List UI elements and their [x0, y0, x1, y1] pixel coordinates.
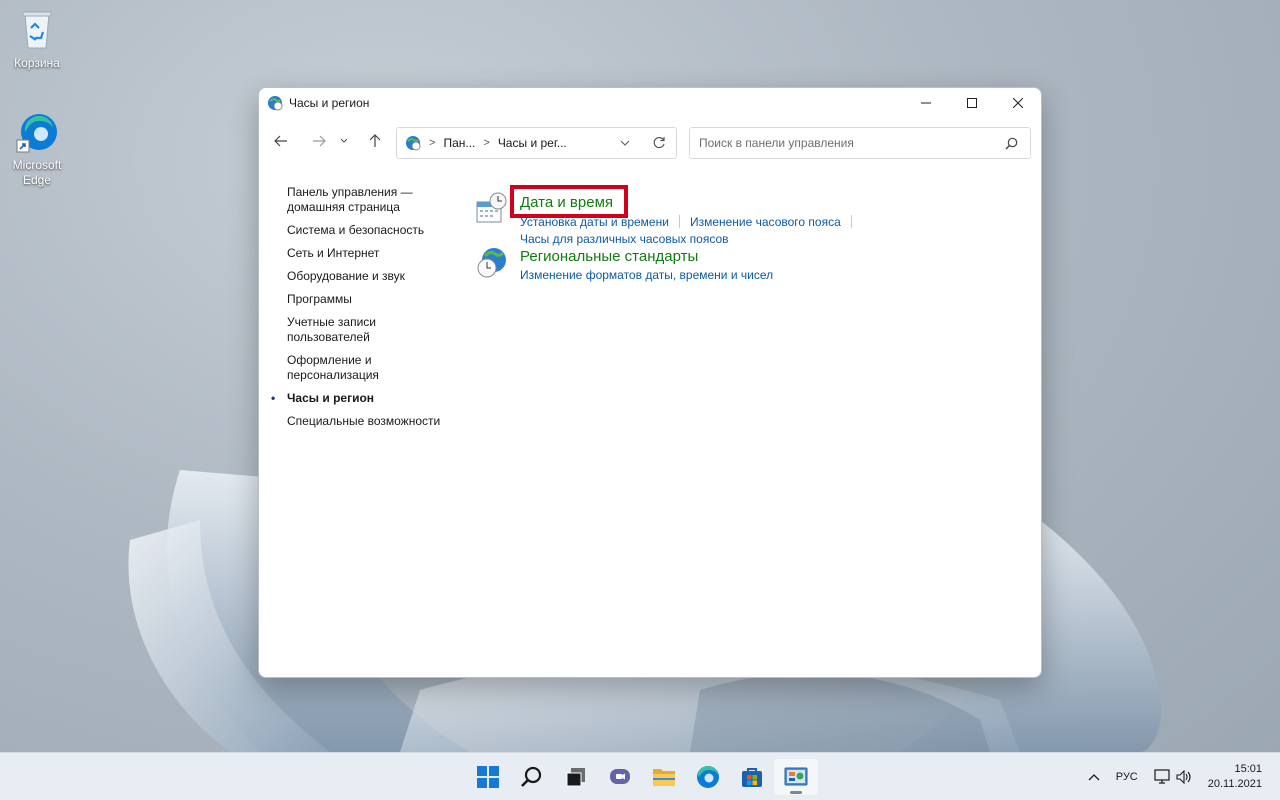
recent-locations-button[interactable]	[337, 129, 351, 153]
sidebar-item-system-security[interactable]: Система и безопасность	[287, 223, 457, 238]
control-panel-window: Часы и регион > Пан... > Часы и рег... П…	[258, 87, 1042, 678]
chat-icon	[610, 769, 630, 784]
taskbar-search-button[interactable]	[510, 759, 554, 795]
clock-date: 20.11.2021	[1207, 778, 1262, 790]
arrow-left-icon	[274, 135, 287, 147]
window-title: Часы и регион	[289, 96, 370, 110]
maximize-icon	[967, 98, 977, 108]
link-divider	[850, 215, 852, 228]
desktop-icon-edge[interactable]: Microsoft Edge	[1, 110, 73, 188]
arrow-up-icon	[369, 134, 381, 147]
desktop-icon-recycle-bin[interactable]: Корзина	[1, 8, 73, 71]
sidebar-item-programs[interactable]: Программы	[287, 292, 457, 307]
start-button[interactable]	[466, 759, 510, 795]
edge-icon	[15, 110, 59, 154]
search-placeholder: Поиск в панели управления	[699, 136, 854, 150]
show-hidden-icons-button[interactable]	[1088, 773, 1100, 781]
address-dropdown-button[interactable]	[620, 136, 630, 153]
minimize-button[interactable]	[903, 88, 949, 118]
address-bar[interactable]: > Пан... > Часы и рег...	[396, 127, 677, 159]
file-explorer-icon	[653, 769, 675, 786]
link-change-time-zone[interactable]: Изменение часового пояса	[690, 214, 841, 231]
navigation-bar: > Пан... > Часы и рег... Поиск в панели …	[259, 118, 1041, 164]
globe-clock-icon	[475, 246, 509, 280]
edge-icon	[697, 765, 719, 788]
search-input[interactable]: Поиск в панели управления	[689, 127, 1031, 159]
sidebar-item-network[interactable]: Сеть и Интернет	[287, 246, 457, 261]
control-panel-taskbar-button[interactable]	[774, 759, 818, 795]
taskbar: РУС 15:01 20.11.2021	[0, 752, 1280, 800]
sidebar-item-hardware-sound[interactable]: Оборудование и звук	[287, 269, 457, 284]
up-button[interactable]	[363, 129, 387, 153]
file-explorer-button[interactable]	[642, 759, 686, 795]
desktop-icon-label: Корзина	[14, 56, 60, 70]
category-links: Установка даты и времени Изменение часово…	[520, 214, 1000, 248]
category-links: Изменение форматов даты, времени и чисел	[520, 267, 1000, 284]
title-bar[interactable]: Часы и регион	[259, 88, 1041, 118]
link-change-formats[interactable]: Изменение форматов даты, времени и чисел	[520, 267, 773, 284]
forward-button[interactable]	[307, 129, 331, 153]
close-button[interactable]	[995, 88, 1041, 118]
network-icon[interactable]	[1154, 769, 1172, 785]
clock-region-icon	[267, 95, 283, 111]
chevron-right-icon: >	[429, 137, 436, 149]
link-divider	[678, 215, 680, 228]
clock-button[interactable]: 15:01 20.11.2021	[1208, 762, 1262, 792]
breadcrumb-item[interactable]: Пан...	[443, 136, 475, 150]
minimize-icon	[921, 102, 931, 104]
maximize-button[interactable]	[949, 88, 995, 118]
refresh-button[interactable]	[652, 136, 666, 153]
edge-button[interactable]	[686, 759, 730, 795]
highlight-box	[510, 185, 628, 218]
control-panel-icon	[784, 767, 808, 786]
close-icon	[1013, 98, 1023, 108]
sidebar: Панель управления — домашняя страница Си…	[271, 185, 457, 437]
task-view-icon	[566, 768, 585, 787]
sidebar-item-clock-region[interactable]: Часы и регион	[271, 391, 457, 406]
taskbar-apps	[466, 759, 818, 795]
control-panel-icon	[406, 136, 421, 151]
system-tray: РУС 15:01 20.11.2021	[1080, 753, 1280, 800]
arrow-right-icon	[313, 135, 326, 147]
recycle-bin-icon	[15, 8, 59, 52]
breadcrumb-item[interactable]: Часы и рег...	[498, 136, 567, 150]
chat-button[interactable]	[598, 759, 642, 795]
chevron-up-icon	[1088, 774, 1100, 781]
search-icon	[521, 766, 542, 787]
sidebar-item-home[interactable]: Панель управления — домашняя страница	[287, 185, 427, 215]
language-indicator[interactable]: РУС	[1116, 771, 1138, 783]
back-button[interactable]	[269, 129, 293, 153]
start-icon	[477, 766, 499, 788]
chevron-right-icon: >	[483, 137, 490, 149]
category-region: Региональные стандарты Изменение формато…	[475, 246, 1015, 308]
refresh-icon	[653, 136, 665, 149]
calendar-clock-icon	[475, 192, 509, 226]
chevron-down-icon	[620, 140, 630, 146]
desktop-icon-label: Microsoft Edge	[12, 158, 62, 187]
store-icon	[742, 768, 762, 787]
task-view-button[interactable]	[554, 759, 598, 795]
sidebar-item-accessibility[interactable]: Специальные возможности	[287, 414, 457, 429]
category-title-region[interactable]: Региональные стандарты	[520, 248, 698, 265]
sidebar-item-user-accounts[interactable]: Учетные записи пользователей	[287, 315, 397, 345]
chevron-down-icon	[340, 138, 348, 143]
clock-time: 15:01	[1234, 763, 1262, 775]
sidebar-item-appearance[interactable]: Оформление и персонализация	[287, 353, 397, 383]
search-icon[interactable]	[1005, 137, 1018, 153]
volume-icon[interactable]	[1176, 770, 1192, 784]
store-button[interactable]	[730, 759, 774, 795]
